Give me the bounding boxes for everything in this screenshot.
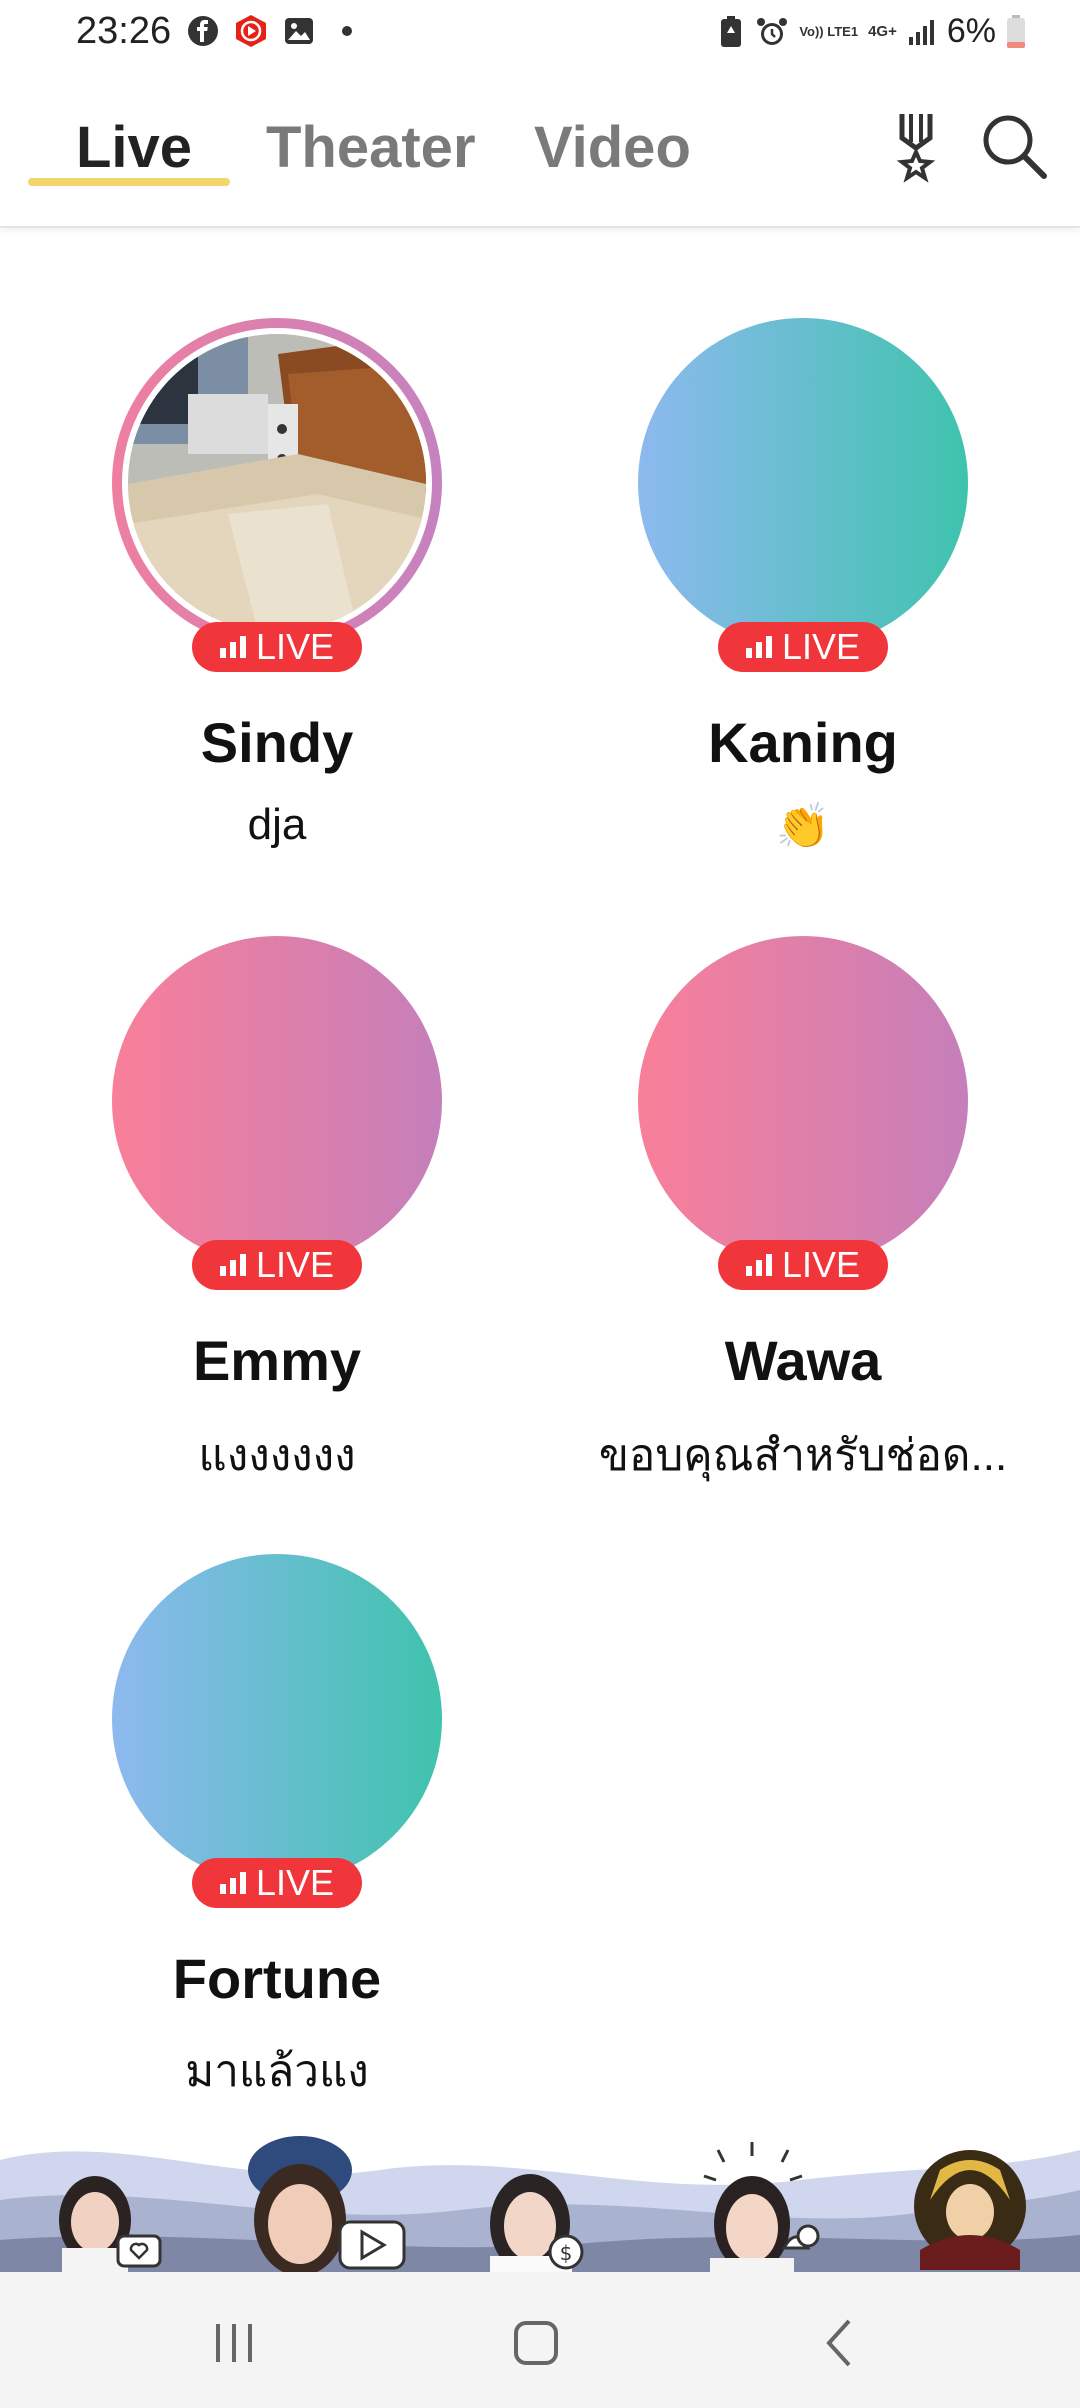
live-bars-icon [745,636,772,658]
stream-avatar[interactable] [638,318,968,648]
alarm-icon [757,17,788,45]
streamer-name: Fortune [172,1947,382,2010]
battery-saver-icon [721,15,742,47]
recent-apps-icon[interactable] [194,2308,274,2378]
tab-theater[interactable]: Theater [266,114,476,181]
live-bars-icon [219,636,246,658]
svg-text:$: $ [560,2241,573,2265]
notification-icons [186,14,364,48]
network-type-indicator: 4G+ [868,22,897,40]
live-badge: LIVE [192,622,362,672]
stream-avatar[interactable] [112,936,442,1266]
signal-icon [908,19,934,45]
active-tab-indicator [28,178,230,186]
avatar-photo [128,334,426,632]
live-label: LIVE [255,626,335,667]
status-bar: 23:26 Vo)) LTE1 4G+ 6% [0,0,1080,66]
live-badge: LIVE [718,1240,888,1290]
promo-avatar-5 [914,2150,1026,2270]
live-bars-icon [219,1872,246,1894]
live-bars-icon [745,1254,772,1276]
youtube-music-icon [234,14,268,48]
live-label: LIVE [781,626,861,667]
search-icon[interactable] [974,106,1054,186]
volte-indicator: Vo)) LTE1 [799,23,859,39]
streamer-name: Emmy [192,1329,362,1392]
stream-avatar[interactable] [112,318,442,648]
status-right-icons: Vo)) LTE1 4G+ 6% [717,12,1026,51]
live-badge: LIVE [192,1858,362,1908]
home-icon[interactable] [496,2308,576,2378]
battery-percent: 6% [946,12,996,50]
tab-live[interactable]: Live [76,114,192,181]
streamer-name: Wawa [724,1329,882,1392]
battery-icon [1007,14,1025,48]
stream-status: ขอบคุณสำหรับช่อด... [598,1431,1008,1480]
live-badge: LIVE [718,622,888,672]
stream-status: มาแล้วแง [185,2047,369,2096]
more-notifications-dot-icon [330,14,364,48]
gallery-icon [282,14,316,48]
streamer-name: Sindy [200,711,354,774]
status-time: 23:26 [76,10,172,52]
stream-status: 👏 [775,802,831,851]
back-icon[interactable] [800,2308,880,2378]
stream-avatar[interactable] [638,936,968,1266]
live-badge: LIVE [192,1240,362,1290]
stream-status: แงงงงงง [198,1431,356,1480]
top-header: Live Theater Video [0,66,1080,228]
live-bars-icon [219,1254,246,1276]
stream-status: dja [247,800,307,849]
medal-icon[interactable] [876,106,956,186]
streamer-name: Kaning [708,711,898,774]
system-nav-bar [0,2272,1080,2408]
live-label: LIVE [781,1244,861,1285]
live-label: LIVE [255,1862,335,1903]
facebook-icon [186,14,220,48]
tab-video[interactable]: Video [534,114,691,181]
promo-banner[interactable]: $ [0,2130,1080,2272]
live-label: LIVE [255,1244,335,1285]
stream-avatar[interactable] [112,1554,442,1884]
